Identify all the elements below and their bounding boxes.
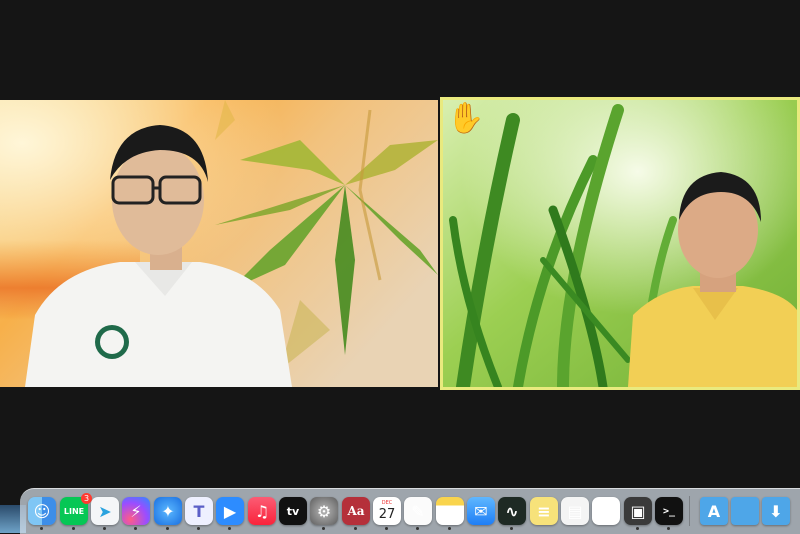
reminders-icon[interactable]: ☰ xyxy=(592,497,620,525)
running-indicator xyxy=(103,527,106,530)
running-indicator xyxy=(354,527,357,530)
teams-icon[interactable]: T xyxy=(185,497,213,525)
running-indicator xyxy=(448,527,451,530)
documents-folder-icon[interactable] xyxy=(731,497,759,525)
messenger-icon[interactable]: ⚡ xyxy=(122,497,150,525)
running-indicator xyxy=(667,527,670,530)
notepad-icon[interactable]: ▤ xyxy=(561,497,589,525)
running-indicator xyxy=(228,527,231,530)
finder-icon[interactable]: ☺ xyxy=(28,497,56,525)
dock-separator xyxy=(689,496,690,526)
participant-video-left[interactable] xyxy=(0,100,438,387)
textedit-icon[interactable]: ✎ xyxy=(404,497,432,525)
running-indicator xyxy=(72,527,75,530)
apple-tv-icon[interactable]: tv xyxy=(279,497,307,525)
applications-folder-icon[interactable]: A xyxy=(700,497,728,525)
notes-icon[interactable] xyxy=(436,497,464,525)
calendar-month-label: DEC xyxy=(381,500,393,506)
participant-video-right[interactable]: ✋ xyxy=(440,97,800,390)
running-indicator xyxy=(385,527,388,530)
calendar-icon[interactable]: DEC 27 xyxy=(373,497,401,525)
running-indicator xyxy=(40,527,43,530)
safari-icon[interactable]: ✦ xyxy=(154,497,182,525)
raise-hand-icon: ✋ xyxy=(447,101,485,136)
running-indicator xyxy=(636,527,639,530)
system-preferences-icon[interactable]: ⚙ xyxy=(310,497,338,525)
video-feed-right xyxy=(443,100,797,387)
video-feed-left xyxy=(0,100,438,387)
running-indicator xyxy=(416,527,419,530)
running-indicator xyxy=(322,527,325,530)
terminal-icon[interactable]: >_ xyxy=(655,497,683,525)
mail-icon[interactable]: ✉ xyxy=(467,497,495,525)
dictionary-icon[interactable]: Aa xyxy=(342,497,370,525)
stickies-icon[interactable]: ≡ xyxy=(530,497,558,525)
activity-monitor-icon[interactable]: ∿ xyxy=(498,497,526,525)
running-indicator xyxy=(166,527,169,530)
running-indicator xyxy=(134,527,137,530)
downloads-folder-icon[interactable]: ⬇ xyxy=(762,497,790,525)
running-indicator xyxy=(197,527,200,530)
music-icon[interactable]: ♫ xyxy=(248,497,276,525)
screenshot-icon[interactable]: ▣ xyxy=(624,497,652,525)
telegram-icon[interactable]: ➤ xyxy=(91,497,119,525)
running-indicator xyxy=(510,527,513,530)
zoom-icon[interactable]: ▶ xyxy=(216,497,244,525)
calendar-day-label: 27 xyxy=(378,507,396,522)
